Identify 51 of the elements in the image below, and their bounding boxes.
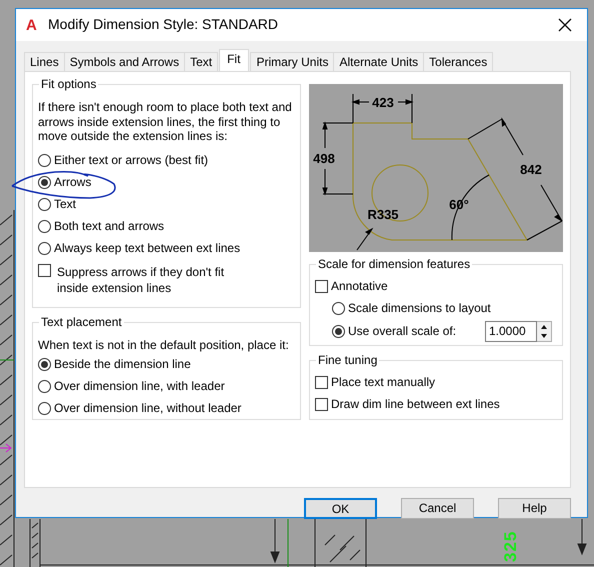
radio-label[interactable]: Text [54,197,76,212]
ok-button[interactable]: OK [304,498,377,519]
tab[interactable]: Tolerances [423,52,494,71]
dialog-button[interactable]: Help [498,498,571,519]
checkbox[interactable] [315,398,328,410]
radio-label[interactable]: Over dimension line, with leader [54,379,225,394]
tab[interactable]: Lines [24,52,65,71]
radio-button[interactable] [38,176,51,189]
description-text: When text is not in the default position, place it: [38,338,290,352]
dialog-button[interactable]: Cancel [401,498,474,519]
app-logo: A [26,18,38,32]
checkbox-label[interactable]: Suppress arrows if they don't fit inside extension lines [57,264,257,296]
dimension-label: 842 [520,162,542,177]
tab[interactable]: Symbols and Arrows [64,52,186,71]
checkbox[interactable] [38,264,51,276]
checkbox[interactable] [315,376,328,388]
radio-button[interactable] [38,154,51,167]
checkbox-label[interactable]: Place text manually [331,374,436,390]
radio-button[interactable] [332,302,345,314]
checkbox[interactable] [315,280,328,292]
radio-label[interactable]: Either text or arrows (best fit) [54,153,208,168]
radio-button[interactable] [332,324,345,338]
radio-label[interactable]: Always keep text between ext lines [54,241,240,256]
window-title: Modify Dimension Style: STANDARD [48,16,278,34]
dimension-label: 423 [372,95,394,110]
group-title: Fit options [39,77,98,92]
tab[interactable]: Text [184,52,218,71]
radio-button[interactable] [38,220,51,233]
radio-label[interactable]: Beside the dimension line [54,357,191,372]
radio-label[interactable]: Use overall scale of: [348,324,456,338]
tab[interactable]: Fit [219,49,250,71]
dimension-text: 325 [500,530,521,562]
radio-label[interactable]: Scale dimensions to layout [348,300,491,316]
radio-button[interactable] [38,358,51,371]
checkbox-label[interactable]: Draw dim line between ext lines [331,396,500,412]
close-icon [558,18,572,32]
radio-button[interactable] [38,242,51,255]
radio-button[interactable] [38,402,51,415]
radio-label[interactable]: Arrows [54,175,92,190]
dimension-label: 498 [313,151,335,166]
radio-button[interactable] [38,380,51,393]
tab[interactable]: Primary Units [250,52,334,71]
group-title: Fine tuning [316,353,380,368]
radio-button[interactable] [38,198,51,211]
description-text: If there isn't enough room to place both text and arrows inside extension lines, the first thing to move outside the extension lines is: [38,100,293,144]
checkbox-label[interactable]: Annotative [331,278,388,294]
spin-buttons[interactable] [537,320,552,342]
group-title: Text placement [39,315,124,330]
radio-label[interactable]: Over dimension line, without leader [54,401,242,416]
radio-label[interactable]: Both text and arrows [54,219,164,234]
scale-field[interactable]: 1.0000 [485,320,537,342]
